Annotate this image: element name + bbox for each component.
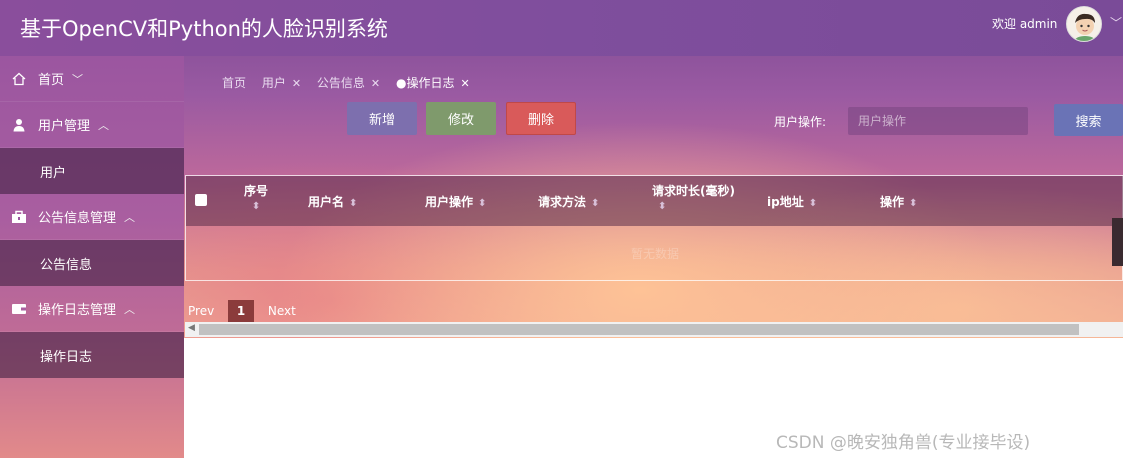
- page-number-button[interactable]: 1: [228, 300, 255, 322]
- column-label: 操作: [880, 195, 905, 209]
- welcome-text: 欢迎 admin: [992, 17, 1058, 31]
- tab-bar: 首页 用户 ✕ 公告信息 ✕ ●操作日志 ✕: [222, 74, 482, 91]
- search-button[interactable]: 搜索: [1054, 104, 1123, 136]
- sort-icon[interactable]: ⬍: [591, 198, 599, 209]
- column-label: 用户操作: [425, 195, 474, 209]
- column-header-actions[interactable]: 操作 ⬍: [880, 193, 917, 210]
- chevron-up-icon: ︿: [98, 118, 110, 132]
- sidebar-item-label: 用户: [40, 165, 67, 181]
- select-all-checkbox[interactable]: [195, 194, 207, 206]
- tab-users[interactable]: 用户 ✕: [262, 74, 301, 91]
- wallet-icon: [10, 302, 28, 315]
- user-icon: [10, 118, 28, 132]
- add-button[interactable]: 新增: [347, 102, 417, 135]
- close-icon[interactable]: ✕: [292, 77, 301, 90]
- sort-icon[interactable]: ⬍: [658, 201, 735, 212]
- column-label: 请求方法: [538, 195, 587, 209]
- sidebar-item-logs[interactable]: 操作日志: [0, 332, 184, 378]
- column-header-operation[interactable]: 用户操作 ⬍: [425, 193, 486, 210]
- app-title: 基于OpenCV和Python的人脸识别系统: [20, 17, 388, 41]
- column-header-method[interactable]: 请求方法 ⬍: [538, 193, 599, 210]
- chevron-down-icon[interactable]: ﹀: [1110, 14, 1122, 31]
- column-header-ip[interactable]: ip地址 ⬍: [767, 193, 817, 210]
- sort-icon[interactable]: ⬍: [909, 198, 917, 209]
- data-table: 序号 ⬍ 用户名 ⬍ 用户操作 ⬍ 请求方法 ⬍ 请求时长(毫秒) ⬍ ip地址 ⬍ 操…: [185, 175, 1123, 281]
- sidebar-item-label: 首页: [38, 73, 65, 88]
- delete-button[interactable]: 删除: [506, 102, 576, 135]
- tab-label: 公告信息: [316, 76, 365, 90]
- avatar-icon[interactable]: [1066, 6, 1102, 42]
- tab-logs[interactable]: ●操作日志 ✕: [396, 74, 470, 91]
- prev-page-button[interactable]: Prev: [188, 304, 214, 318]
- close-icon[interactable]: ✕: [371, 77, 380, 90]
- tab-home[interactable]: 首页: [222, 74, 246, 91]
- tab-label: 首页: [222, 76, 247, 90]
- watermark: CSDN @晚安独角兽(专业接毕设): [776, 433, 1031, 453]
- sort-icon[interactable]: ⬍: [349, 198, 357, 209]
- column-label: ip地址: [767, 195, 804, 209]
- chevron-up-icon: ︿: [124, 302, 136, 316]
- scrollbar-thumb[interactable]: [199, 324, 1079, 335]
- column-header-duration[interactable]: 请求时长(毫秒) ⬍: [652, 182, 735, 212]
- sidebar-item-home[interactable]: 首页 ﹀: [0, 56, 184, 102]
- column-label: 请求时长(毫秒): [652, 184, 735, 198]
- search-input[interactable]: [848, 107, 1028, 135]
- sidebar-item-label: 用户管理: [38, 119, 91, 134]
- next-page-button[interactable]: Next: [268, 304, 296, 318]
- chevron-up-icon: ︿: [124, 210, 136, 224]
- sort-icon[interactable]: ⬍: [244, 201, 268, 212]
- horizontal-scrollbar[interactable]: ◀: [185, 322, 1123, 337]
- home-icon: [10, 72, 28, 86]
- sidebar-item-label: 公告信息: [40, 257, 93, 273]
- column-header-index[interactable]: 序号 ⬍: [244, 182, 268, 212]
- sidebar-item-user-management[interactable]: 用户管理 ︿: [0, 102, 184, 148]
- sidebar-item-label: 操作日志: [40, 349, 93, 365]
- column-header-username[interactable]: 用户名 ⬍: [308, 193, 357, 210]
- sidebar-item-users[interactable]: 用户: [0, 148, 184, 194]
- close-icon[interactable]: ✕: [460, 77, 469, 90]
- notice-icon: [10, 210, 28, 224]
- empty-message: 暂无数据: [630, 247, 679, 261]
- sidebar-item-log-management[interactable]: 操作日志管理 ︿: [0, 286, 184, 332]
- top-header: 基于OpenCV和Python的人脸识别系统 欢迎 admin ﹀: [0, 0, 1123, 56]
- scroll-left-icon[interactable]: ◀: [188, 323, 195, 333]
- sidebar-item-label: 操作日志管理: [38, 303, 117, 318]
- sidebar-item-notices[interactable]: 公告信息: [0, 240, 184, 286]
- column-label: 用户名: [308, 195, 345, 209]
- chevron-down-icon: ﹀: [72, 72, 84, 86]
- column-label: 序号: [244, 184, 269, 198]
- sort-icon[interactable]: ⬍: [809, 198, 817, 209]
- pagination: Prev 1 Next: [188, 300, 296, 322]
- tab-label: ●操作日志: [395, 76, 455, 90]
- avatar-icon-graphic: [1073, 13, 1097, 41]
- search-label: 用户操作:: [774, 115, 827, 129]
- table-header: 序号 ⬍ 用户名 ⬍ 用户操作 ⬍ 请求方法 ⬍ 请求时长(毫秒) ⬍ ip地址 ⬍ 操…: [186, 176, 1123, 226]
- tab-label: 用户: [261, 76, 286, 90]
- tab-notices[interactable]: 公告信息 ✕: [317, 74, 380, 91]
- sidebar-item-notice-management[interactable]: 公告信息管理 ︿: [0, 194, 184, 240]
- sidebar-item-label: 公告信息管理: [38, 211, 117, 226]
- sort-icon[interactable]: ⬍: [478, 198, 486, 209]
- vertical-scrollbar[interactable]: [1112, 218, 1123, 266]
- edit-button[interactable]: 修改: [426, 102, 496, 135]
